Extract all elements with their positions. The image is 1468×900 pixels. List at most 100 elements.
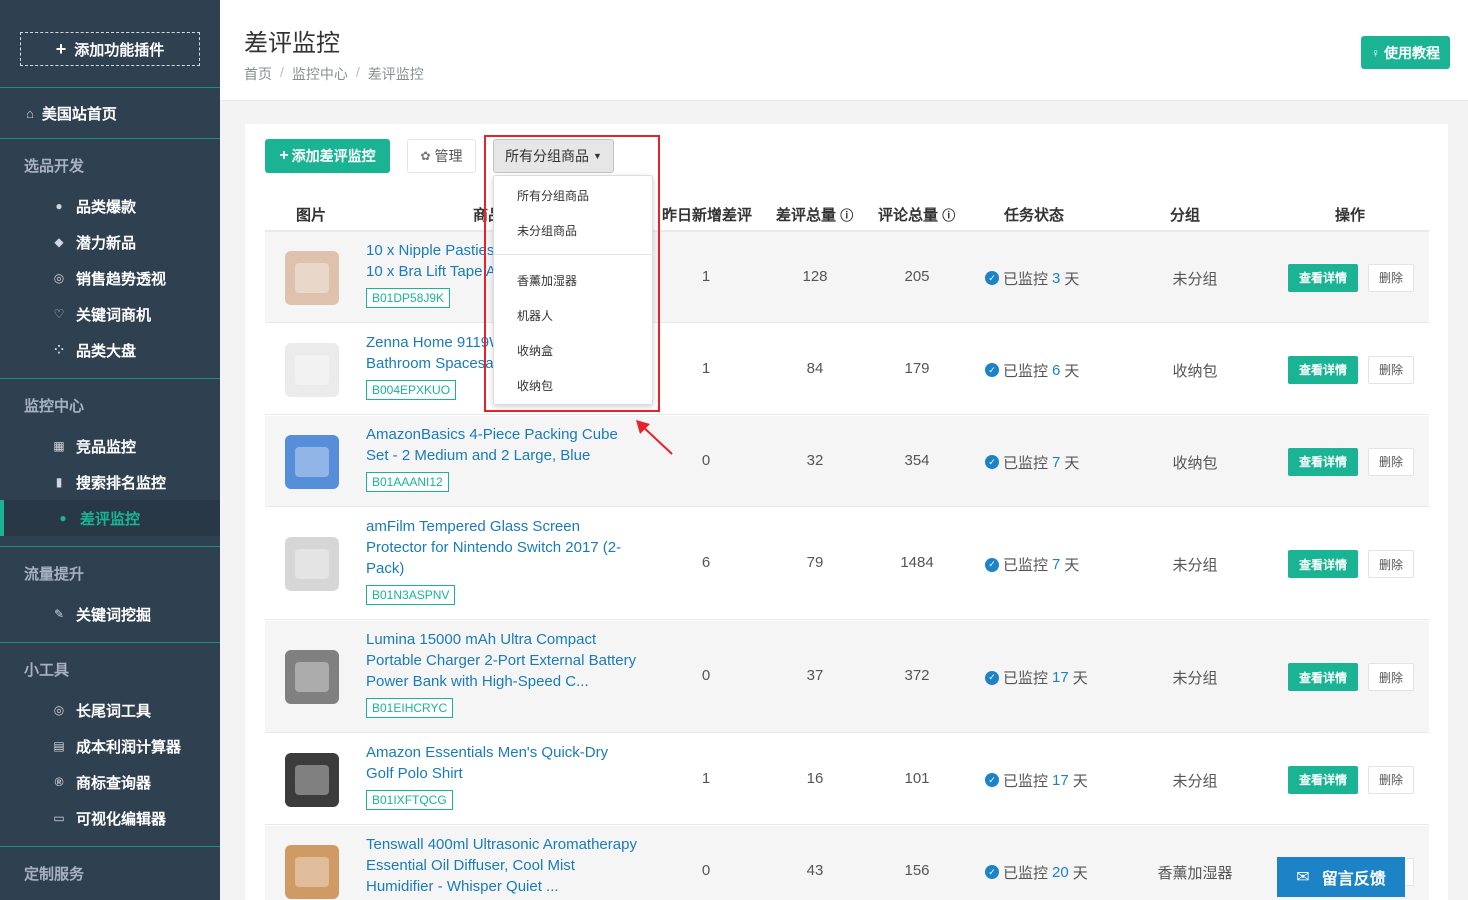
asin-badge[interactable]: B01AAANI12 (366, 472, 449, 492)
breadcrumb-monitor[interactable]: 监控中心 (292, 64, 348, 84)
product-name-link[interactable]: AmazonBasics 4-Piece Packing Cube Set - 2… (366, 424, 646, 466)
product-name-link[interactable]: amFilm Tempered Glass Screen Protector fo… (366, 516, 646, 579)
sidebar-item-competitor-monitor[interactable]: ▦ 竞品监控 (50, 435, 220, 457)
sidebar-section-custom[interactable]: 定制服务 (24, 863, 84, 884)
check-circle-icon: ✓ (985, 865, 999, 879)
status-days: 20 (1052, 863, 1069, 881)
sidebar-item-visual-editor[interactable]: ▭ 可视化编辑器 (50, 807, 220, 829)
app-root: + 添加功能插件 ⌂ 美国站首页 选品开发 ● 品类爆款 ◆ 潜力新品 ◎ 销售趋势透… (0, 0, 1468, 900)
asin-badge[interactable]: B01DP58J9K (366, 288, 451, 308)
sidebar-item-keyword-mining[interactable]: ✎ 关键词挖掘 (50, 603, 220, 625)
sidebar-item-potential-new[interactable]: ◆ 潜力新品 (50, 231, 220, 253)
product-name-line: Protector for Nintendo Switch 2017 (2- (366, 539, 622, 556)
product-thumbnail[interactable] (277, 837, 347, 900)
page-title: 差评监控 (244, 30, 340, 57)
manage-button[interactable]: ✿ 管理 (407, 139, 476, 173)
bad-total-label: 差评总量 (776, 207, 837, 224)
product-thumbnail[interactable] (277, 427, 347, 497)
sidebar-item-label: 关键词挖掘 (76, 606, 152, 624)
product-thumbnail[interactable] (277, 243, 347, 313)
sidebar-item-label: 可视化编辑器 (76, 810, 167, 828)
sidebar-item-sales-trend[interactable]: ◎ 销售趋势透视 (50, 267, 220, 289)
column-header-bad-total[interactable]: 差评总量 ⓘ (776, 204, 853, 225)
product-name-link[interactable]: Tenswall 400ml Ultrasonic Aromatherapy Es… (366, 834, 646, 897)
sidebar-item-label: 关键词商机 (76, 306, 152, 324)
breadcrumb-separator: / (280, 64, 284, 80)
sidebar-item-longtail-tool[interactable]: ◎ 长尾词工具 (50, 699, 220, 721)
status-prefix: 已监控 (1003, 864, 1049, 882)
sidebar-section-traffic[interactable]: 流量提升 (24, 563, 84, 584)
breadcrumb-home[interactable]: 首页 (244, 64, 272, 84)
column-header-new-bad[interactable]: 昨日新增差评 (662, 204, 752, 225)
column-header-image: 图片 (296, 207, 327, 224)
task-status: ✓ 已监控 7 天 (985, 554, 1079, 575)
view-detail-button[interactable]: 查看详情 (1288, 663, 1358, 691)
sidebar-item-trademark-lookup[interactable]: ® 商标查询器 (50, 771, 220, 793)
view-detail-button[interactable]: 查看详情 (1288, 550, 1358, 578)
sidebar-item-search-rank[interactable]: ▮ 搜索排名监控 (50, 471, 220, 493)
group-name: 未分组 (1172, 670, 1218, 687)
view-detail-button[interactable]: 查看详情 (1288, 263, 1358, 292)
product-name-link[interactable]: Lumina 15000 mAh Ultra Compact Portable C… (366, 629, 646, 692)
divider (0, 846, 220, 847)
task-status: ✓ 已监控 6 天 (985, 360, 1079, 381)
asin-badge[interactable]: B01IXFTQCG (366, 790, 453, 810)
delete-button[interactable]: 删除 (1368, 355, 1414, 384)
status-prefix: 已监控 (1003, 270, 1049, 288)
asin-badge[interactable]: B004EPXKUO (366, 380, 457, 400)
sidebar-section-monitor[interactable]: 监控中心 (24, 395, 84, 416)
sidebar-item-profit-calculator[interactable]: ▤ 成本利润计算器 (50, 735, 220, 757)
new-bad-count: 1 (701, 359, 711, 377)
view-detail-button[interactable]: 查看详情 (1288, 355, 1358, 384)
tutorial-button[interactable]: ♀ 使用教程 (1361, 36, 1450, 69)
view-detail-button[interactable]: 查看详情 (1288, 765, 1358, 794)
add-plugin-button[interactable]: + 添加功能插件 (20, 32, 200, 66)
asin-badge[interactable]: B01EIHCRYC (366, 698, 454, 718)
breadcrumb: 首页 / 监控中心 / 差评监控 (244, 64, 424, 84)
gear-icon: ✿ (420, 149, 431, 163)
sidebar-item-category-hot[interactable]: ● 品类爆款 (50, 195, 220, 217)
add-bad-review-monitor-button[interactable]: + 添加差评监控 (265, 139, 390, 173)
delete-button[interactable]: 删除 (1368, 765, 1414, 794)
table-row: Tenswall 400ml Ultrasonic Aromatherapy Es… (265, 826, 1429, 900)
manage-label: 管理 (434, 148, 463, 164)
product-thumbnail[interactable] (277, 642, 347, 712)
product-name-line: Power Bank with High-Speed C... (366, 673, 589, 690)
task-status: ✓ 已监控 17 天 (985, 770, 1088, 791)
status-days: 7 (1052, 556, 1061, 573)
status-days: 17 (1052, 669, 1069, 686)
sidebar-item-category-market[interactable]: ⁘ 品类大盘 (50, 339, 220, 361)
sidebar-section-product-dev[interactable]: 选品开发 (24, 155, 84, 176)
delete-button[interactable]: 删除 (1368, 550, 1414, 578)
status-unit: 天 (1064, 454, 1080, 472)
product-name-link[interactable]: Amazon Essentials Men's Quick-Dry Golf Po… (366, 742, 646, 784)
sidebar-section-tools[interactable]: 小工具 (24, 659, 69, 680)
product-name-line: AmazonBasics 4-Piece Packing Cube (366, 426, 618, 443)
sidebar-item-bad-review-monitor[interactable]: ● 差评监控 (54, 507, 220, 529)
asin-badge[interactable]: B01N3ASPNV (366, 585, 456, 605)
status-days: 7 (1052, 453, 1061, 471)
delete-button[interactable]: 删除 (1368, 263, 1414, 292)
column-header-review-total[interactable]: 评论总量 ⓘ (878, 204, 955, 225)
sidebar: + 添加功能插件 ⌂ 美国站首页 选品开发 ● 品类爆款 ◆ 潜力新品 ◎ 销售趋势透… (0, 0, 220, 900)
comment-icon: ● (59, 511, 67, 525)
product-thumbnail[interactable] (277, 335, 347, 405)
product-name-line: Golf Polo Shirt (366, 765, 463, 782)
home-icon: ⌂ (26, 105, 34, 121)
globe-icon: ◎ (53, 271, 65, 285)
product-image (285, 250, 339, 305)
divider (0, 642, 220, 643)
review-total-count: 354 (904, 451, 930, 469)
delete-button[interactable]: 删除 (1368, 447, 1414, 476)
delete-button[interactable]: 删除 (1368, 663, 1414, 691)
view-detail-button[interactable]: 查看详情 (1288, 447, 1358, 476)
feedback-button[interactable]: ✉ 留言反馈 (1277, 857, 1405, 897)
sidebar-item-label: 品类大盘 (76, 342, 137, 360)
sidebar-item-keyword-opportunity[interactable]: ♡ 关键词商机 (50, 303, 220, 325)
product-thumbnail[interactable] (277, 745, 347, 815)
product-name-line: Lumina 15000 mAh Ultra Compact (366, 631, 597, 648)
status-prefix: 已监控 (1003, 557, 1049, 574)
product-thumbnail[interactable] (277, 529, 347, 599)
sidebar-item-home[interactable]: ⌂ 美国站首页 (26, 102, 117, 124)
add-monitor-label: 添加差评监控 (291, 148, 376, 164)
